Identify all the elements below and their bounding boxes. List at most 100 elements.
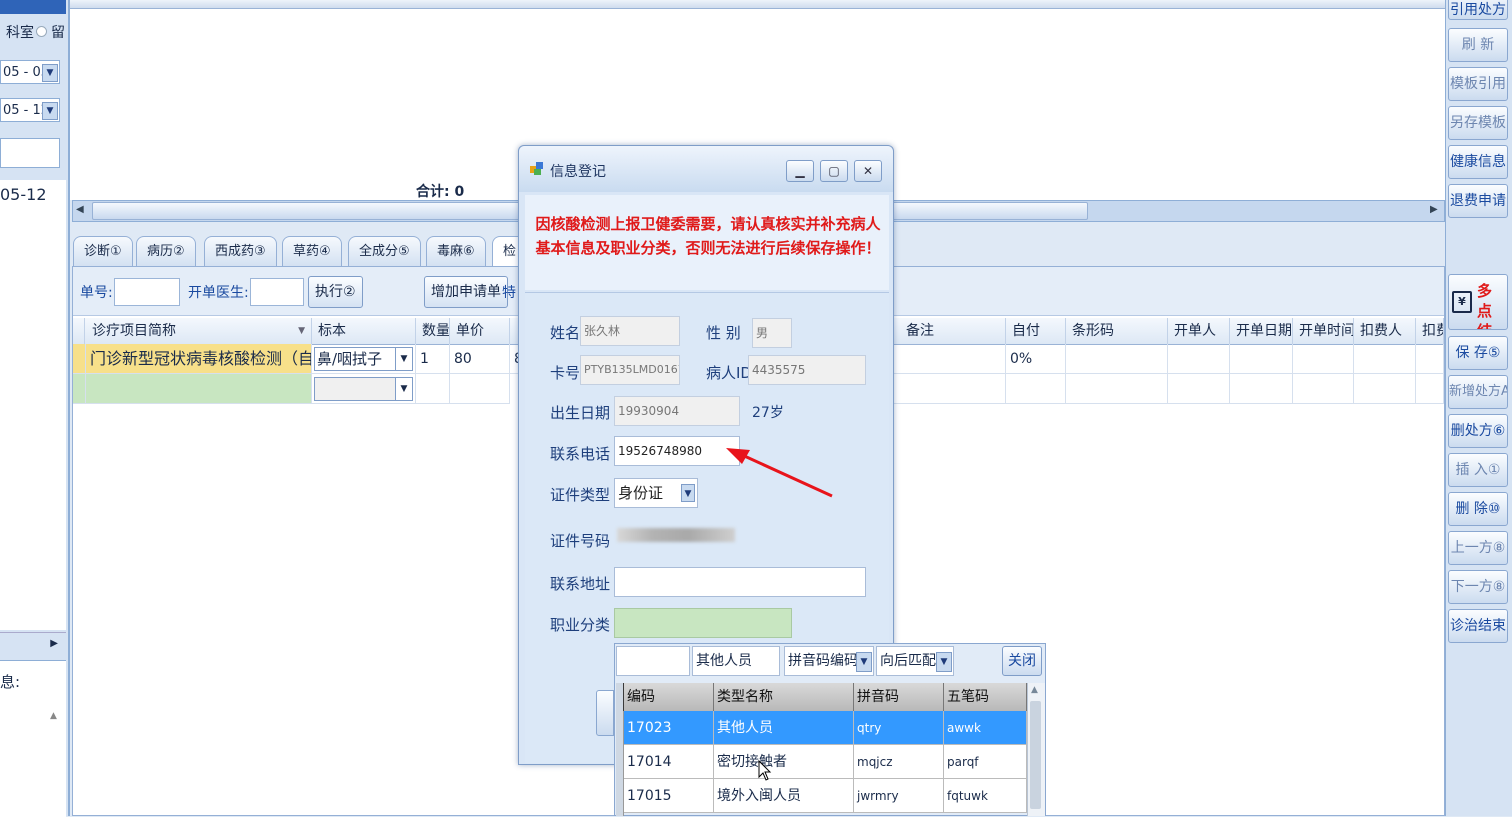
picker-cell-code[interactable]: 17015 <box>624 779 714 813</box>
chevron-up-icon[interactable]: ▲ <box>1031 685 1038 695</box>
chevron-down-icon[interactable]: ▼ <box>42 102 58 120</box>
filter-icon[interactable]: ▼ <box>298 318 305 344</box>
minimize-icon[interactable]: ▁ <box>786 160 814 182</box>
refund-request-button[interactable]: 退费申请 <box>1448 184 1508 218</box>
quote-prescription-button[interactable]: 引用处方 <box>1448 0 1508 20</box>
left-scroll-arrow[interactable]: ▶ <box>0 632 66 654</box>
add-request-button[interactable]: 增加申请单 <box>424 276 508 308</box>
row-selector[interactable] <box>73 374 86 404</box>
refresh-button[interactable]: 刷 新 <box>1448 28 1508 62</box>
gender-field[interactable]: 男 <box>752 318 792 348</box>
next-prescription-button[interactable]: 下一方⑧ <box>1448 570 1508 604</box>
col-header-type-name[interactable]: 类型名称 <box>714 683 854 711</box>
picker-mode-select[interactable]: 拼音码编码 ▼ <box>784 646 874 676</box>
multi-point-settle-button[interactable]: ¥ 多点结算 <box>1448 274 1508 330</box>
save-button[interactable]: 保 存⑤ <box>1448 336 1508 370</box>
date-from-picker[interactable]: 05 - 05 ▼ <box>0 60 60 84</box>
qty-cell[interactable]: 1 <box>416 344 450 374</box>
picker-cell-pinyin[interactable]: mqjcz <box>854 745 944 779</box>
new-prescription-button[interactable]: 新增处方A <box>1448 375 1508 409</box>
col-header-charger[interactable]: 扣费人 <box>1354 318 1416 344</box>
doctor-input[interactable] <box>250 278 304 306</box>
col-header-qty[interactable]: 数量 <box>416 318 450 344</box>
picker-match-select[interactable]: 向后匹配 ▼ <box>876 646 954 676</box>
price-cell[interactable]: 80 <box>450 344 510 374</box>
tab-herbal-medicine[interactable]: 草药④ <box>282 236 342 266</box>
qty-cell[interactable] <box>416 374 450 404</box>
picker-cell-wubi[interactable]: awwk <box>944 711 1027 745</box>
card-field[interactable]: PTYB135LMD01677 <box>580 355 680 385</box>
specimen-select[interactable]: ▼ <box>314 377 413 401</box>
search-input[interactable] <box>0 138 60 168</box>
col-header-remark[interactable]: 备注 <box>900 318 1006 344</box>
dept-radio-label[interactable]: 科室 <box>6 22 34 42</box>
remark-cell[interactable] <box>894 344 1006 374</box>
chevron-down-icon[interactable]: ▼ <box>681 484 695 502</box>
chevron-down-icon[interactable]: ▼ <box>936 652 952 672</box>
picker-close-button[interactable]: 关闭 <box>1002 646 1042 676</box>
tab-narcotics[interactable]: 毒麻⑥ <box>426 236 486 266</box>
date-to-picker[interactable]: 05 - 12 ▼ <box>0 98 60 122</box>
picker-scrollbar-thumb[interactable] <box>1030 701 1041 809</box>
address-field[interactable] <box>614 567 866 597</box>
col-header-price[interactable]: 单价 <box>450 318 510 344</box>
chevron-down-icon[interactable]: ▼ <box>856 652 872 672</box>
stay-radio[interactable] <box>36 26 47 37</box>
chevron-up-icon[interactable]: ▲ <box>50 711 57 721</box>
row-selector[interactable] <box>73 344 86 374</box>
picker-cell-wubi[interactable]: parqf <box>944 745 1027 779</box>
delete-prescription-button[interactable]: 删处方⑥ <box>1448 414 1508 448</box>
close-icon[interactable]: ✕ <box>854 160 882 182</box>
col-header-wubi[interactable]: 五笔码 <box>944 683 1027 711</box>
col-header-specimen[interactable]: 标本 <box>312 318 416 344</box>
col-header-issue-date[interactable]: 开单日期 <box>1230 318 1293 344</box>
chevron-down-icon[interactable]: ▼ <box>395 348 412 370</box>
specimen-cell[interactable]: ▼ <box>312 374 416 404</box>
picker-cell-wubi[interactable]: fqtuwk <box>944 779 1027 813</box>
tab-full-ingredient[interactable]: 全成分⑤ <box>348 236 421 266</box>
picker-cell-name[interactable]: 其他人员 <box>714 711 854 745</box>
visit-record-item[interactable]: 05-12 感 <box>0 180 66 234</box>
chevron-down-icon[interactable]: ▼ <box>42 64 58 82</box>
patient-id-field[interactable]: 4435575 <box>748 355 866 385</box>
picker-cell-name[interactable]: 境外入闽人员 <box>714 779 854 813</box>
picker-search-input[interactable] <box>616 646 690 676</box>
col-header-code[interactable]: 编码 <box>624 683 714 711</box>
col-header-issuer[interactable]: 开单人 <box>1168 318 1230 344</box>
chevron-left-icon[interactable]: ◀ <box>76 204 84 215</box>
health-info-button[interactable]: 健康信息 <box>1448 145 1508 179</box>
order-no-input[interactable] <box>114 278 180 306</box>
insert-button[interactable]: 插 入① <box>1448 453 1508 487</box>
maximize-icon[interactable]: ▢ <box>820 160 848 182</box>
col-header-item[interactable]: 诊疗项目简称 ▼ <box>86 318 312 344</box>
picker-cell-code[interactable]: 17023 <box>624 711 714 745</box>
tab-diagnosis[interactable]: 诊断① <box>73 236 133 266</box>
order-item-cell[interactable] <box>86 374 312 404</box>
tab-western-medicine[interactable]: 西成药③ <box>204 236 277 266</box>
price-cell[interactable] <box>450 374 510 404</box>
dialog-confirm-button[interactable] <box>596 690 614 736</box>
col-header-issue-time[interactable]: 开单时间 <box>1293 318 1354 344</box>
picker-selected-field[interactable]: 其他人员 <box>692 646 780 676</box>
col-header-pinyin[interactable]: 拼音码 <box>854 683 944 711</box>
specimen-cell[interactable]: 鼻/咽拭子 ▼ <box>312 344 416 374</box>
picker-cell-pinyin[interactable]: jwrmry <box>854 779 944 813</box>
col-header-barcode[interactable]: 条形码 <box>1066 318 1168 344</box>
prev-prescription-button[interactable]: 上一方⑧ <box>1448 531 1508 565</box>
occupation-field[interactable] <box>614 608 792 638</box>
picker-cell-pinyin[interactable]: qtry <box>854 711 944 745</box>
birth-field[interactable]: 19930904 <box>614 396 740 426</box>
id-type-select[interactable]: 身份证 ▼ <box>614 478 698 508</box>
delete-button[interactable]: 删 除⑩ <box>1448 492 1508 526</box>
specimen-select[interactable]: 鼻/咽拭子 ▼ <box>314 347 413 371</box>
col-header-charge[interactable]: 扣费 <box>1416 318 1444 344</box>
tab-medical-record[interactable]: 病历② <box>136 236 196 266</box>
col-header-self-pay[interactable]: 自付 <box>1006 318 1066 344</box>
name-field[interactable]: 张久林 <box>580 316 680 346</box>
remark-cell[interactable] <box>894 374 1006 404</box>
picker-cell-code[interactable]: 17014 <box>624 745 714 779</box>
execute-button[interactable]: 执行② <box>308 276 363 308</box>
picker-cell-name[interactable]: 密切接触者 <box>714 745 854 779</box>
order-item-cell[interactable]: 门诊新型冠状病毒核酸检测（自 <box>86 344 312 374</box>
chevron-down-icon[interactable]: ▼ <box>395 378 412 400</box>
